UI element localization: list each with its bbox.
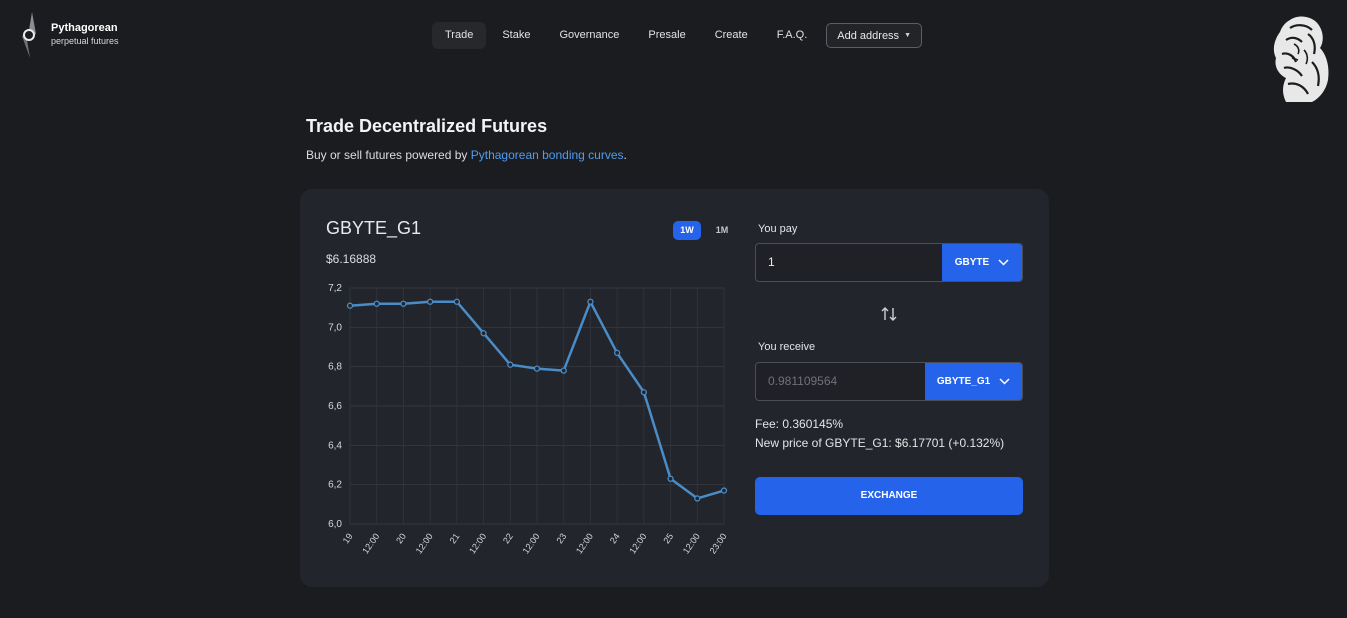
price-point: [720, 487, 728, 494]
caret-down-icon: ▼: [904, 32, 911, 39]
pay-amount-input[interactable]: 1: [756, 244, 942, 281]
price-point: [480, 330, 487, 337]
x-tick-label: 12:00: [414, 531, 435, 555]
x-tick-label: 24: [608, 531, 622, 545]
x-tick-label: 12:00: [681, 531, 702, 555]
pay-token-select[interactable]: GBYTE: [942, 244, 1022, 281]
price-point: [426, 298, 434, 305]
y-tick-label: 6,6: [328, 401, 342, 412]
top-nav: Trade Stake Governance Presale Create F.…: [432, 22, 922, 49]
brand-title: Pythagorean: [51, 21, 118, 34]
nav-presale[interactable]: Presale: [635, 22, 698, 49]
x-tick-label: 12:00: [467, 531, 488, 555]
x-tick-label: 20: [394, 531, 408, 545]
nav-governance[interactable]: Governance: [546, 22, 632, 49]
x-tick-label: 25: [661, 531, 675, 545]
x-tick-label: 19: [341, 531, 355, 545]
price-point: [533, 365, 541, 372]
x-tick-label: 12:00: [360, 531, 381, 555]
subtitle-suffix: .: [623, 148, 627, 162]
y-tick-label: 6,8: [328, 362, 342, 373]
page-subtitle: Buy or sell futures powered by Pythagore…: [306, 148, 627, 162]
add-address-label: Add address: [837, 29, 900, 42]
receive-label: You receive: [758, 341, 816, 353]
price-point: [640, 389, 648, 396]
x-tick-label: 12:00: [627, 531, 648, 555]
pay-token-label: GBYTE: [954, 257, 990, 268]
price-point: [694, 495, 701, 502]
price-point: [667, 475, 674, 482]
price-point: [587, 298, 594, 305]
bonding-curves-link[interactable]: Pythagorean bonding curves: [471, 148, 624, 162]
fee-text: Fee: 0.360145%: [755, 417, 844, 431]
price-point: [346, 302, 354, 309]
nav-trade[interactable]: Trade: [432, 22, 487, 49]
chevron-down-icon: [998, 259, 1009, 266]
y-tick-label: 7,0: [328, 322, 342, 333]
pythagoras-bust-icon: [1273, 16, 1329, 102]
price-point: [373, 300, 380, 307]
price-point: [400, 300, 407, 307]
receive-amount-input[interactable]: 0.981109564: [756, 363, 925, 400]
logo-icon: [22, 12, 36, 58]
y-tick-label: 6,2: [328, 480, 342, 491]
swap-direction-icon[interactable]: [880, 306, 898, 322]
page-title: Trade Decentralized Futures: [306, 116, 548, 136]
y-tick-label: 6,0: [328, 519, 342, 530]
x-tick-label: 12:00: [574, 531, 595, 555]
x-tick-label: 22: [501, 531, 515, 545]
nav-faq[interactable]: F.A.Q.: [764, 22, 821, 49]
trade-card: GBYTE_G1 $6.16888 1W 1M 6,0 6,2 6,4 6,6 6,8 7…: [300, 189, 1049, 587]
subtitle-prefix: Buy or sell futures powered by: [306, 148, 471, 162]
brand-logo[interactable]: Pythagorean perpetual futures: [14, 12, 119, 58]
price-chart: 6,0 6,2 6,4 6,6 6,8 7,0 7,2 19 12:00 20 12:00 21 12:…: [328, 283, 729, 556]
nav-create[interactable]: Create: [702, 22, 761, 49]
x-tick-label: 23:00: [708, 531, 729, 555]
receive-token-label: GBYTE_G1: [936, 376, 991, 387]
x-tick-label: 21: [448, 531, 462, 545]
nav-stake[interactable]: Stake: [489, 22, 543, 49]
x-tick-label: 23: [554, 531, 568, 545]
receive-token-select[interactable]: GBYTE_G1: [925, 363, 1022, 400]
new-price-text: New price of GBYTE_G1: $6.17701 (+0.132%…: [755, 436, 1005, 450]
brand-subtitle: perpetual futures: [51, 35, 119, 46]
price-point: [613, 349, 621, 357]
pay-label: You pay: [758, 223, 798, 235]
receive-field: 0.981109564 GBYTE_G1: [755, 362, 1023, 401]
chevron-down-icon: [999, 378, 1010, 385]
price-point: [507, 361, 514, 368]
x-tick-label: 12:00: [521, 531, 542, 555]
pay-field: 1 GBYTE: [755, 243, 1023, 282]
y-tick-label: 7,2: [328, 283, 342, 294]
price-point: [560, 367, 567, 374]
price-point: [453, 298, 461, 305]
exchange-button[interactable]: EXCHANGE: [755, 477, 1023, 515]
add-address-button[interactable]: Add address ▼: [826, 23, 922, 48]
y-tick-label: 6,4: [328, 440, 342, 451]
